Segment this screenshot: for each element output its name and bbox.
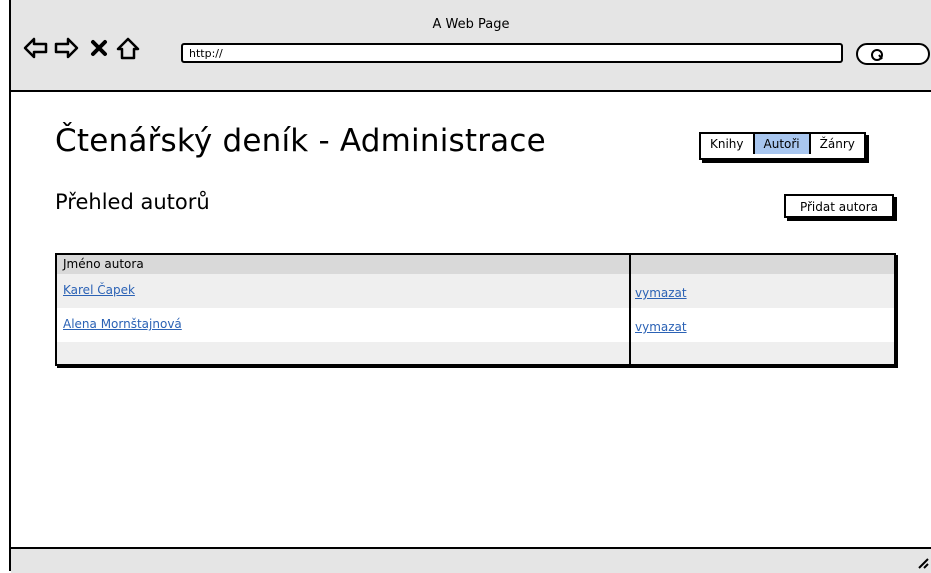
- forward-arrow-icon[interactable]: [53, 36, 79, 60]
- browser-toolbar: A Web Page http://: [11, 0, 931, 92]
- back-arrow-icon[interactable]: [23, 36, 49, 60]
- author-name-link[interactable]: Karel Čapek: [63, 283, 135, 297]
- url-text: http://: [189, 47, 223, 60]
- close-x-icon[interactable]: [86, 36, 112, 60]
- status-bar: [11, 547, 931, 573]
- table-empty-row: [57, 342, 894, 364]
- home-icon[interactable]: [115, 36, 141, 60]
- tab-zanry[interactable]: Žánry: [811, 134, 864, 154]
- resize-grip-icon[interactable]: [915, 555, 929, 569]
- page-title: Čtenářský deník - Administrace: [55, 123, 546, 159]
- search-icon: [871, 49, 883, 61]
- table-row: Alena Mornštajnová vymazat: [57, 308, 894, 342]
- search-field[interactable]: [856, 43, 930, 65]
- tab-knihy[interactable]: Knihy: [701, 134, 755, 154]
- tab-autori[interactable]: Autoři: [754, 134, 811, 154]
- authors-table: Jméno autora Karel Čapek vymazat Alena M…: [55, 253, 896, 366]
- window-title: A Web Page: [432, 17, 510, 32]
- column-header-name: Jméno autora: [63, 257, 144, 271]
- url-input[interactable]: http://: [181, 43, 843, 63]
- table-row: Karel Čapek vymazat: [57, 274, 894, 308]
- table-header-row: Jméno autora: [57, 255, 894, 274]
- browser-window: A Web Page http:// Čtenářský deník - Adm…: [9, 0, 931, 573]
- section-tabs: Knihy Autoři Žánry: [699, 132, 866, 160]
- column-divider: [629, 255, 631, 364]
- author-name-link[interactable]: Alena Mornštajnová: [63, 317, 182, 331]
- delete-author-link[interactable]: vymazat: [635, 286, 687, 300]
- add-author-button[interactable]: Přidat autora: [784, 194, 894, 218]
- section-title: Přehled autorů: [55, 190, 210, 214]
- delete-author-link[interactable]: vymazat: [635, 320, 687, 334]
